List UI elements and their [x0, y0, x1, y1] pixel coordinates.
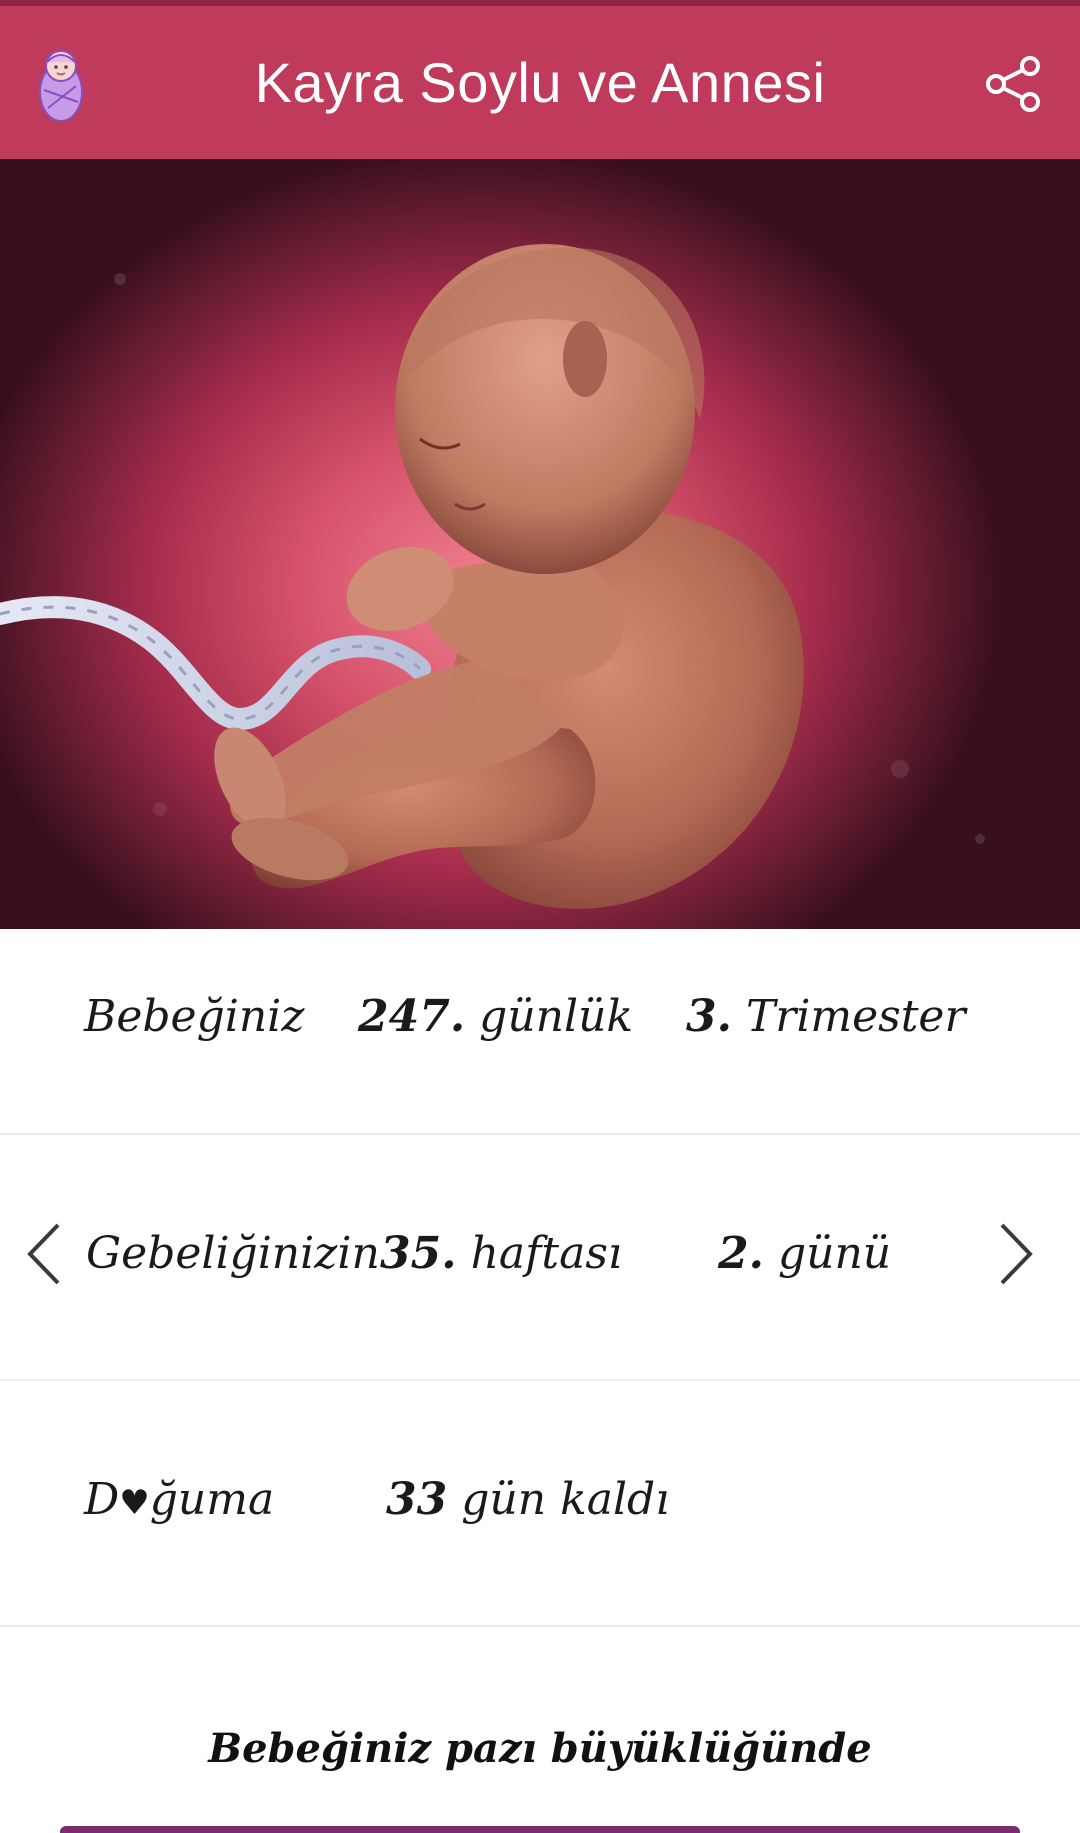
trimester: 3. Trimester	[686, 991, 966, 1042]
age-row: Bebeğiniz 247. günlük 3. Trimester	[0, 929, 1080, 1135]
fetus-image	[0, 244, 985, 909]
week-number: 35.	[380, 1228, 457, 1279]
week-unit: haftası	[470, 1228, 622, 1279]
age-days-number: 247.	[358, 991, 466, 1042]
trimester-unit: Trimester	[745, 991, 966, 1042]
due-remaining: 33 gün kaldı	[386, 1474, 669, 1525]
share-icon[interactable]	[984, 54, 1044, 114]
page-title: Kayra Soylu ve Annesi	[254, 51, 826, 114]
due-row: D♥ğuma 33 gün kaldı	[0, 1379, 1080, 1627]
fetus-illustration	[0, 159, 1080, 929]
due-remaining-number: 33	[386, 1474, 448, 1525]
age-label: Bebeğiniz	[84, 991, 305, 1042]
week-value: 35. haftası	[380, 1228, 622, 1279]
day-unit: günü	[777, 1228, 892, 1279]
due-label-part2: ğuma	[149, 1474, 275, 1525]
due-label-part1: D	[84, 1474, 120, 1525]
chevron-right-icon[interactable]	[996, 1219, 1036, 1289]
screen: Kayra Soylu ve Annesi Bebeğiniz 247. gün…	[0, 0, 1080, 1833]
bottom-indicator	[60, 1826, 1020, 1833]
due-label: D♥ğuma	[84, 1474, 274, 1525]
size-caption: Bebeğiniz pazı büyüklüğünde	[208, 1725, 872, 1772]
week-row: Gebeliğinizin 35. haftası 2. günü	[0, 1133, 1080, 1381]
app-bar: Kayra Soylu ve Annesi	[0, 6, 1080, 159]
day-value: 2. günü	[718, 1228, 891, 1279]
age-days: 247. günlük	[358, 991, 633, 1042]
due-remaining-unit: gün kaldı	[461, 1474, 670, 1525]
age-days-unit: günlük	[479, 991, 634, 1042]
day-number: 2.	[718, 1228, 764, 1279]
chevron-left-icon[interactable]	[24, 1219, 64, 1289]
week-label: Gebeliğinizin	[86, 1228, 380, 1279]
trimester-number: 3.	[686, 991, 732, 1042]
heart-icon: ♥	[119, 1483, 150, 1523]
